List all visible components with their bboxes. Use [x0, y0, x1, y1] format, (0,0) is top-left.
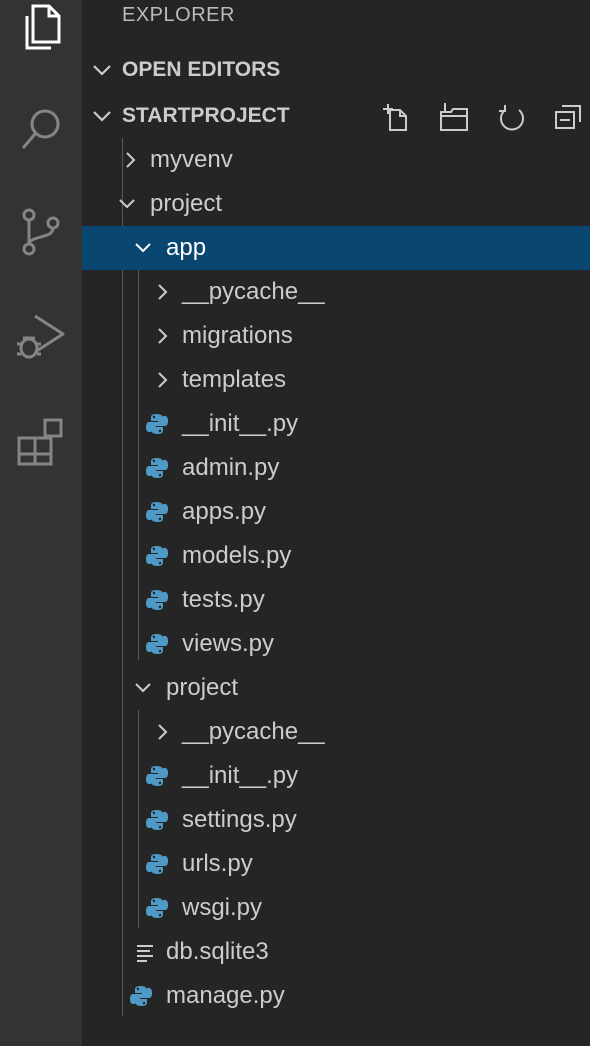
collapse-all-icon[interactable] [554, 102, 584, 132]
tree-folder-item[interactable]: project [82, 666, 590, 710]
new-file-icon[interactable] [382, 102, 412, 132]
new-folder-icon[interactable] [439, 102, 469, 132]
tree-file-item[interactable]: __init__.py [82, 754, 590, 798]
explorer-sidebar: EXPLORER OPEN EDITORS STARTPROJECT myven… [82, 0, 590, 1046]
tree-folder-item[interactable]: migrations [82, 314, 590, 358]
search-icon[interactable] [0, 88, 82, 168]
python-file-icon [146, 854, 168, 874]
tree-item-label: manage.py [166, 982, 285, 1009]
chevron-right-icon[interactable] [154, 283, 172, 301]
project-label: STARTPROJECT [122, 104, 290, 127]
python-file-icon [146, 458, 168, 478]
python-file-icon [146, 766, 168, 786]
tree-item-label: templates [182, 366, 287, 393]
tree-item-label: apps.py [182, 498, 267, 525]
tree-item-label: app [166, 234, 207, 261]
tree-item-label: __init__.py [182, 410, 299, 437]
tree-item-label: __init__.py [182, 762, 299, 789]
python-file-icon [146, 634, 168, 654]
tree-file-item[interactable]: admin.py [82, 446, 590, 490]
tree-item-label: wsgi.py [182, 894, 263, 921]
tree-file-item[interactable]: models.py [82, 534, 590, 578]
python-file-icon [146, 590, 168, 610]
tree-item-label: project [166, 674, 239, 701]
tree-file-item[interactable]: settings.py [82, 798, 590, 842]
python-file-icon [146, 546, 168, 566]
tree-folder-item[interactable]: templates [82, 358, 590, 402]
activity-bar [0, 0, 82, 1046]
chevron-right-icon[interactable] [154, 327, 172, 345]
tree-item-label: __pycache__ [182, 718, 325, 745]
tree-item-label: admin.py [182, 454, 280, 481]
files-icon[interactable] [0, 0, 82, 68]
tree-file-item[interactable]: apps.py [82, 490, 590, 534]
tree-item-label: settings.py [182, 806, 297, 833]
chevron-right-icon[interactable] [154, 371, 172, 389]
chevron-down-icon [93, 111, 111, 122]
chevron-down-icon [93, 65, 111, 76]
tree-item-label: urls.py [182, 850, 253, 877]
tree-folder-item[interactable]: __pycache__ [82, 710, 590, 754]
tree-folder-item[interactable]: project [82, 182, 590, 226]
tree-item-label: myvenv [150, 146, 233, 173]
refresh-icon[interactable] [497, 102, 527, 132]
tree-file-item[interactable]: __init__.py [82, 402, 590, 446]
tree-item-label: models.py [182, 542, 292, 569]
tree-file-item[interactable]: urls.py [82, 842, 590, 886]
chevron-down-icon[interactable] [134, 679, 152, 697]
tree-folder-item[interactable]: __pycache__ [82, 270, 590, 314]
chevron-right-icon[interactable] [154, 723, 172, 741]
source-control-icon[interactable] [0, 192, 82, 272]
run-debug-icon[interactable] [0, 296, 82, 376]
tree-item-label: migrations [182, 322, 293, 349]
chevron-right-icon[interactable] [122, 151, 140, 169]
tree-item-label: db.sqlite3 [166, 938, 269, 965]
tree-item-label: tests.py [182, 586, 265, 613]
tree-file-item[interactable]: manage.py [82, 974, 590, 1018]
text-file-icon [137, 945, 153, 962]
tree-file-item[interactable]: wsgi.py [82, 886, 590, 930]
python-file-icon [146, 810, 168, 830]
python-file-icon [146, 502, 168, 522]
python-file-icon [146, 414, 168, 434]
tree-file-item[interactable]: tests.py [82, 578, 590, 622]
tree-file-item[interactable]: db.sqlite3 [82, 930, 590, 974]
tree-item-label: project [150, 190, 223, 217]
chevron-down-icon[interactable] [118, 195, 136, 213]
extensions-icon[interactable] [0, 402, 82, 482]
python-file-icon [146, 898, 168, 918]
startproject-header[interactable]: STARTPROJECT [82, 94, 590, 138]
open-editors-label: OPEN EDITORS [122, 58, 281, 81]
chevron-down-icon[interactable] [134, 239, 152, 257]
tree-item-label: views.py [182, 630, 275, 657]
tree-folder-item[interactable]: app [82, 226, 590, 270]
tree-file-item[interactable]: views.py [82, 622, 590, 666]
open-editors-header[interactable]: OPEN EDITORS [82, 48, 590, 92]
tree-folder-item[interactable]: myvenv [82, 138, 590, 182]
tree-item-label: __pycache__ [182, 278, 325, 305]
python-file-icon [130, 986, 152, 1006]
explorer-title: EXPLORER [122, 4, 235, 26]
